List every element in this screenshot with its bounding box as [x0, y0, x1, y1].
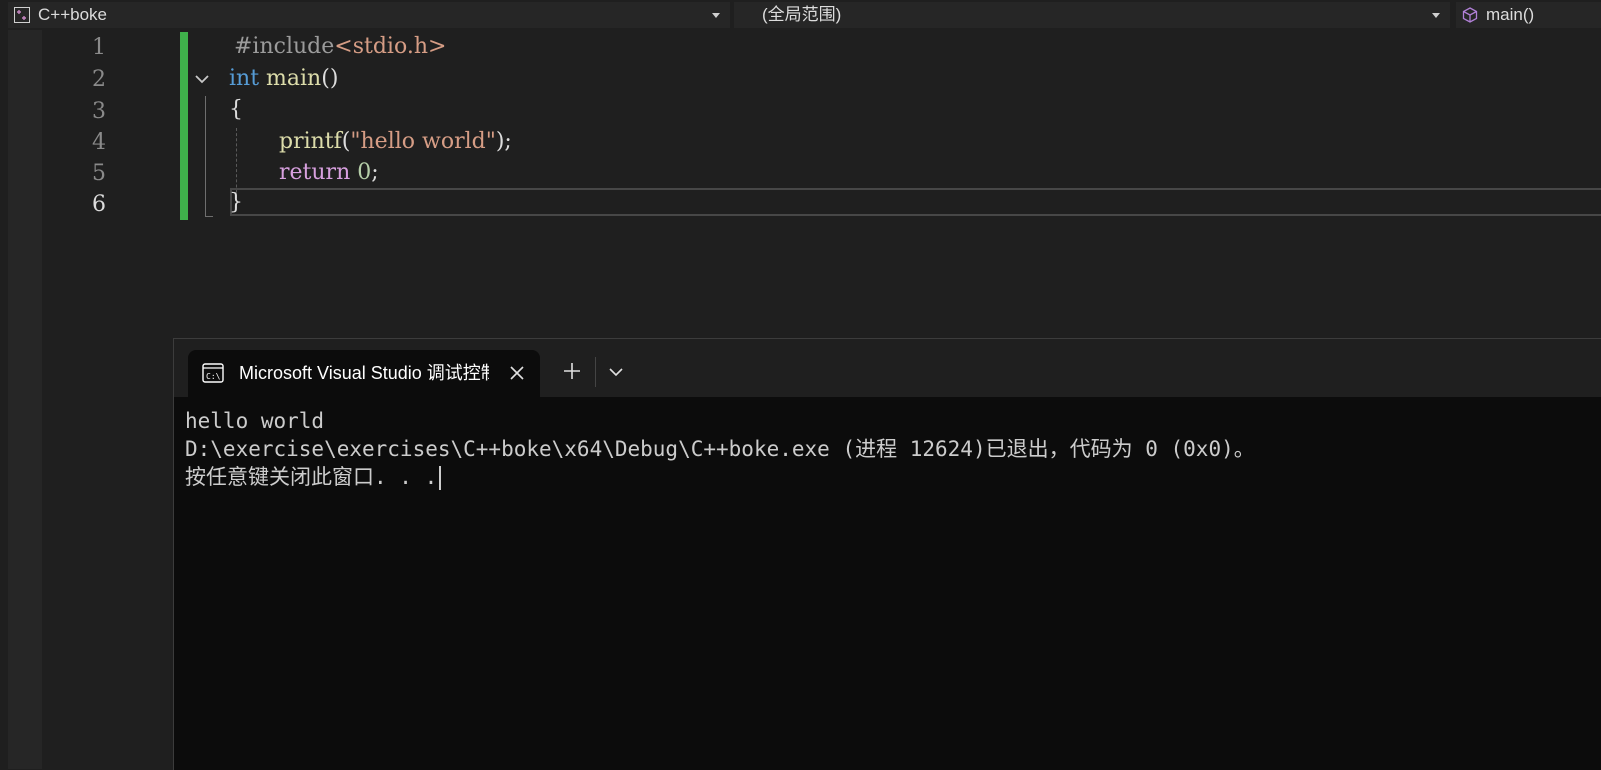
- project-dropdown[interactable]: C++boke: [8, 2, 730, 28]
- current-line-highlight: [230, 188, 1601, 216]
- chevron-down-icon: [1432, 13, 1440, 18]
- function-name: main: [266, 66, 322, 91]
- preprocessor-directive: #include: [234, 34, 335, 59]
- semicolon: ;: [371, 160, 379, 185]
- output-line-text: 按任意键关闭此窗口. . .: [185, 465, 438, 489]
- output-line: D:\exercise\exercises\C++boke\x64\Debug\…: [185, 437, 1255, 461]
- debug-console-window[interactable]: C:\ Microsoft Visual Studio 调试控制台 hello …: [173, 338, 1601, 770]
- chevron-down-icon[interactable]: [607, 363, 625, 381]
- scope-name: (全局范围): [762, 5, 842, 24]
- code-line-6[interactable]: }: [229, 187, 243, 219]
- include-header: <stdio.h>: [334, 34, 447, 59]
- console-tab[interactable]: C:\ Microsoft Visual Studio 调试控制台: [188, 350, 540, 397]
- text-cursor: [439, 466, 442, 490]
- method-cube-icon: [1462, 7, 1478, 23]
- current-line-number: 6: [92, 192, 106, 217]
- cpp-project-icon: [14, 7, 30, 23]
- function-call: printf: [279, 129, 342, 154]
- line-number: 5: [92, 161, 106, 186]
- console-output[interactable]: hello world D:\exercise\exercises\C++bok…: [185, 407, 1590, 767]
- console-title-bar[interactable]: C:\ Microsoft Visual Studio 调试控制台: [174, 339, 1601, 397]
- line-number: 2: [92, 67, 106, 92]
- code-line-5[interactable]: return 0;: [279, 157, 379, 189]
- titlebar-separator: [595, 357, 596, 387]
- chevron-down-icon: [712, 13, 720, 18]
- close-paren: );: [495, 129, 512, 154]
- member-dropdown[interactable]: main(): [1456, 2, 1601, 28]
- member-name: main(): [1486, 5, 1535, 24]
- navigation-bar: C++boke (全局范围) main(): [0, 0, 1601, 30]
- console-tab-title: Microsoft Visual Studio 调试控制台: [239, 363, 489, 383]
- line-number: 1: [92, 35, 106, 60]
- project-name: C++boke: [38, 5, 107, 24]
- close-brace: }: [229, 190, 243, 215]
- new-tab-plus-icon[interactable]: [560, 359, 584, 383]
- fold-region-line: [205, 96, 206, 216]
- indicator-margin: [8, 30, 42, 769]
- code-line-3[interactable]: {: [229, 94, 243, 126]
- saved-changes-bar: [180, 32, 188, 220]
- scope-dropdown[interactable]: (全局范围): [734, 2, 1450, 28]
- code-line-1[interactable]: #include<stdio.h>: [234, 31, 446, 63]
- number-literal: 0: [357, 160, 372, 185]
- close-icon[interactable]: [508, 364, 526, 382]
- line-number: 4: [92, 130, 106, 155]
- svg-text:C:\: C:\: [206, 372, 221, 381]
- fold-region-end: [205, 216, 213, 217]
- string-literal: "hello world": [350, 129, 496, 154]
- output-line: hello world: [185, 409, 325, 433]
- collapse-chevron-icon[interactable]: [193, 70, 211, 88]
- line-number: 3: [92, 99, 106, 124]
- console-icon: C:\: [202, 363, 224, 383]
- parentheses: (): [321, 66, 339, 91]
- type-keyword: int: [229, 66, 260, 91]
- open-brace: {: [229, 97, 243, 122]
- return-keyword: return: [279, 160, 351, 185]
- output-line: 按任意键关闭此窗口. . .: [185, 463, 1590, 491]
- code-line-2[interactable]: int main(): [229, 63, 338, 95]
- code-line-4[interactable]: printf("hello world");: [279, 126, 512, 158]
